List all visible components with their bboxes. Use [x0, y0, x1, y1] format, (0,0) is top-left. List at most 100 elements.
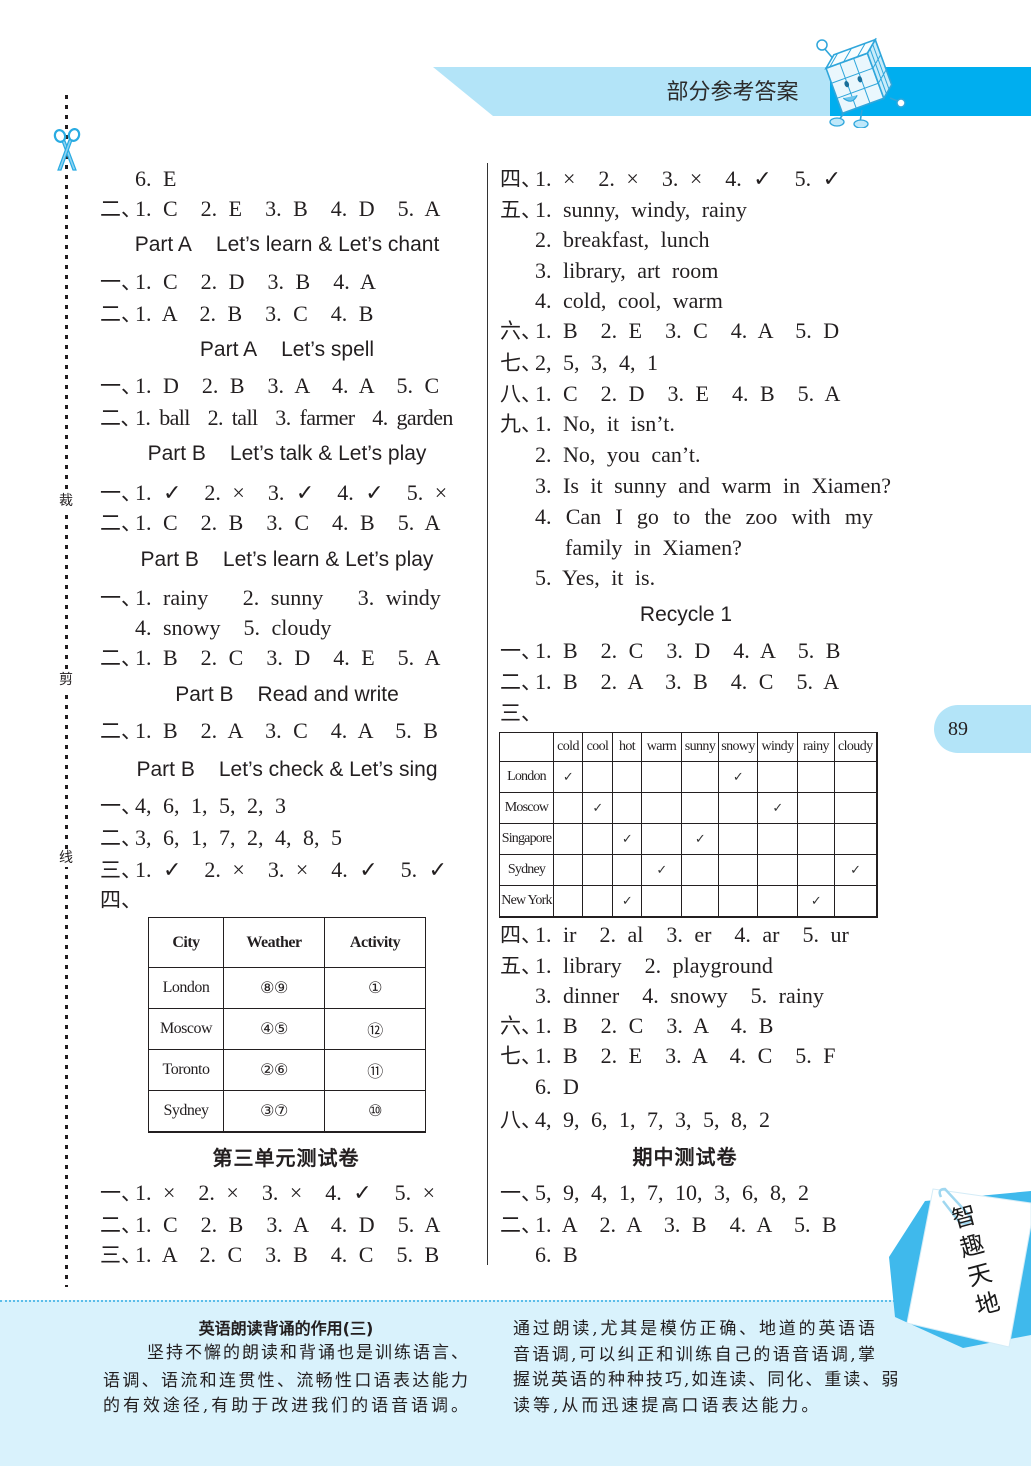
answer-row: 六、1. B 2. C 3. A 4. B	[500, 1011, 773, 1041]
answer-row: 二、1. C 2. B 3. A 4. D 5. A	[100, 1210, 440, 1240]
check-cell	[553, 792, 583, 824]
question-number: 二、	[100, 826, 142, 850]
table-row: London ⑧⑨ ①	[148, 967, 426, 1009]
answer-text: 4. snowy 5. cloudy	[135, 615, 332, 640]
check-cell	[641, 885, 682, 918]
table-row: London ✓ ✓	[499, 761, 878, 793]
answer-row: 五、1. sunny, windy, rainy	[500, 195, 747, 225]
question-number: 一、	[100, 794, 142, 818]
answer-text: 1. ✓ 2. × 3. ✓ 4. ✓ 5. ×	[135, 480, 448, 505]
answer-text: 6. B	[535, 1242, 578, 1267]
answer-text: 4. cold, cool, warm	[535, 288, 723, 313]
clip-mark: 剪	[57, 671, 75, 689]
question-number: 三、	[500, 701, 542, 725]
answer-row: 一、1. C 2. D 3. B 4. A	[100, 267, 376, 297]
question-number: 六、	[500, 1014, 542, 1038]
check-cell: ✓	[757, 792, 798, 824]
table-row: Singapore ✓ ✓	[499, 823, 878, 855]
answer-text: 1. B 2. C 3. D 4. A 5. B	[535, 638, 841, 663]
check-cell	[834, 761, 878, 793]
answer-row: 三、1. ✓ 2. × 3. × 4. ✓ 5. ✓	[100, 855, 447, 885]
answer-row: 二、1. A 2. A 3. B 4. A 5. B	[500, 1210, 837, 1240]
city-cell: Sydney	[148, 1090, 224, 1133]
column-header	[499, 732, 554, 762]
answer-row: 五、1. library 2. playground	[500, 951, 773, 981]
check-cell	[582, 761, 613, 793]
section-title: Let’s spell	[281, 338, 375, 361]
answer-row: 二、1. A 2. B 3. C 4. B	[100, 299, 373, 329]
answer-row: 3. library, art room	[535, 256, 718, 286]
answer-row: 6. B	[535, 1240, 578, 1270]
section-part: Part B	[175, 683, 234, 706]
tip-title: 英语朗读背诵的作用(三)	[198, 1319, 374, 1338]
activity-cell: ⑫	[324, 1008, 426, 1050]
answer-text: 1. ball 2. tall 3. farmer 4. garden	[135, 405, 453, 430]
check-cell: ✓	[612, 823, 642, 855]
section-heading: Part B Read and write	[175, 680, 399, 710]
column-divider	[487, 163, 488, 1265]
check-cell	[757, 823, 798, 855]
table-row: Toronto ②⑥ ⑪	[148, 1049, 426, 1091]
question-number: 二、	[100, 719, 142, 743]
column-header: sunny	[681, 732, 719, 762]
question-number: 七、	[500, 1044, 542, 1068]
table-row: Moscow ✓ ✓	[499, 792, 878, 824]
answer-text: 1. B 2. C 3. A 4. B	[535, 1013, 774, 1038]
check-cell: ✓	[553, 761, 583, 793]
weather-cell: ②⑥	[223, 1049, 325, 1091]
page-number-tab: 89	[934, 705, 1031, 753]
check-cell	[718, 854, 758, 886]
answer-text: 1. B 2. A 3. C 4. A 5. B	[135, 718, 438, 743]
line-mark: 线	[57, 849, 75, 867]
check-cell	[718, 792, 758, 824]
answer-text: 3. dinner 4. snowy 5. rainy	[535, 983, 824, 1008]
check-cell	[797, 792, 835, 824]
city-cell: London	[148, 967, 224, 1009]
question-number: 二、	[100, 302, 142, 326]
answer-row: 4. Can I go to the zoo with my	[535, 504, 873, 529]
section-title: Let’s learn & Let’s play	[222, 548, 434, 571]
table-row: Sydney ③⑦ ⑩	[148, 1090, 426, 1133]
answer-text: 1. B 2. A 3. B 4. C 5. A	[535, 669, 840, 694]
question-number: 五、	[500, 954, 542, 978]
check-cell	[797, 761, 835, 793]
page-number: 89	[948, 718, 968, 740]
answer-text: family in Xiamen?	[565, 535, 742, 560]
answer-row: 一、1. B 2. C 3. D 4. A 5. B	[500, 636, 840, 666]
tip-line: 坚持不懈的朗读和背诵也是训练语言、	[147, 1343, 470, 1363]
question-number: 五、	[500, 198, 542, 222]
column-header: cloudy	[834, 732, 878, 762]
answer-text: 2. breakfast, lunch	[535, 227, 710, 252]
check-cell	[641, 792, 682, 824]
answer-text: 1. ir 2. al 3. er 4. ar 5. ur	[535, 922, 849, 947]
section-heading: Part B Let’s learn & Let’s play	[141, 545, 434, 575]
section-title: Let’s learn & Let’s chant	[215, 233, 440, 256]
check-cell	[641, 761, 682, 793]
answer-text: 3. library, art room	[535, 258, 719, 283]
city-cell: Moscow	[499, 792, 554, 824]
question-number: 二、	[100, 197, 142, 221]
section-heading: Part A Let’s learn & Let’s chant	[135, 230, 440, 260]
check-cell	[612, 761, 642, 793]
check-cell	[582, 823, 613, 855]
answer-text: 1. D 2. B 3. A 4. A 5. C	[135, 373, 440, 398]
answer-row: 七、1. B 2. E 3. A 4. C 5. F	[500, 1041, 835, 1071]
check-cell	[834, 792, 878, 824]
answer-row: 二、1. B 2. A 3. B 4. C 5. A	[500, 667, 839, 697]
answer-row: 二、1. ball 2. tall 3. farmer 4. garden	[100, 403, 453, 433]
answer-row: 6. E	[135, 164, 176, 194]
midterm-heading: 期中测试卷	[632, 1145, 738, 1169]
answer-row: 四、	[100, 885, 142, 915]
tip-line: 语调、语流和连贯性、流畅性口语表达能力	[103, 1371, 470, 1391]
table-row: New York ✓ ✓	[499, 885, 878, 918]
check-cell	[582, 854, 613, 886]
answer-text: 1. A 2. B 3. C 4. B	[135, 301, 374, 326]
answer-row: 二、1. B 2. C 3. D 4. E 5. A	[100, 643, 440, 673]
answer-row: 2. No, you can’t.	[535, 440, 700, 470]
section-title: Let’s talk & Let’s play	[229, 442, 427, 465]
check-cell: ✓	[718, 761, 758, 793]
check-cell	[681, 885, 719, 918]
cut-mark: 裁	[57, 492, 75, 510]
check-cell	[797, 854, 835, 886]
question-number: 二、	[100, 406, 141, 430]
